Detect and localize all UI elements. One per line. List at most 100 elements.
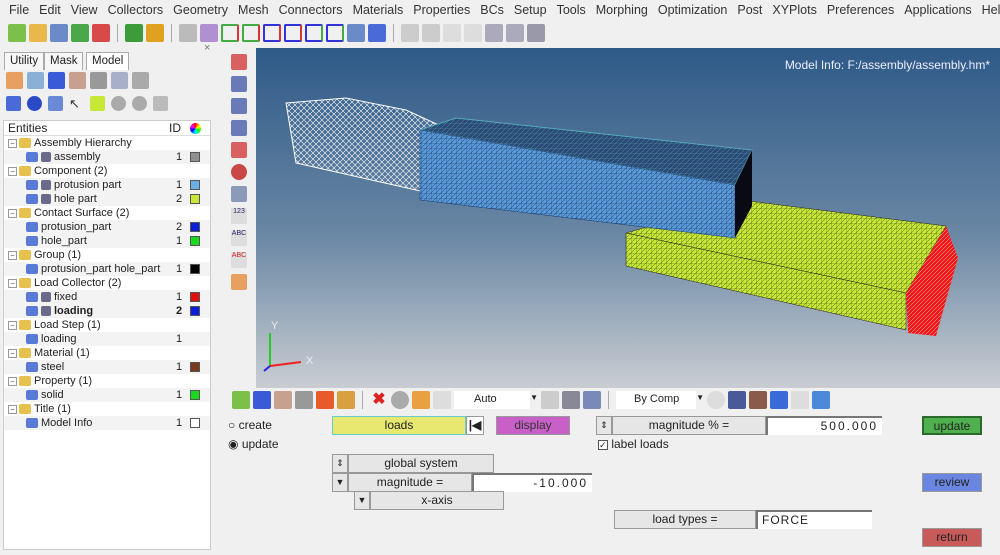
- update-button[interactable]: update: [922, 416, 982, 435]
- find-icon[interactable]: [412, 391, 430, 409]
- open-model-icon[interactable]: [29, 24, 47, 42]
- global-system-button[interactable]: global system: [348, 454, 494, 473]
- isolate-icon[interactable]: [90, 96, 105, 111]
- return-button[interactable]: return: [922, 528, 982, 547]
- tree-row[interactable]: fixed 1: [4, 290, 210, 304]
- collapse-icon[interactable]: −: [8, 320, 17, 330]
- menu-morphing[interactable]: Morphing: [591, 3, 653, 17]
- create-radio[interactable]: ○ create: [228, 418, 272, 432]
- material-browser-icon[interactable]: [274, 391, 292, 409]
- collapse-icon[interactable]: −: [8, 348, 17, 358]
- show-hide-eye-icon[interactable]: [111, 96, 126, 111]
- menu-collectors[interactable]: Collectors: [103, 3, 169, 17]
- x-axis-button[interactable]: x-axis: [370, 491, 504, 510]
- view-xz-bottom-icon[interactable]: [284, 24, 302, 42]
- shape-icon[interactable]: [27, 96, 42, 111]
- entity-color-select[interactable]: Auto ▼: [454, 391, 538, 409]
- load-types-input[interactable]: FORCE: [756, 510, 872, 529]
- components-icon[interactable]: [6, 72, 23, 89]
- review-button[interactable]: review: [922, 473, 982, 492]
- collapse-icon[interactable]: −: [8, 376, 17, 386]
- color-swatch[interactable]: [190, 180, 200, 190]
- user-icon[interactable]: [125, 24, 143, 42]
- color-swatch[interactable]: [190, 362, 200, 372]
- component-tool-icon[interactable]: [48, 72, 65, 89]
- color-swatch[interactable]: [190, 194, 200, 204]
- label-loads-checkbox[interactable]: ✓ label loads: [598, 437, 669, 451]
- numbers-icon[interactable]: 123: [231, 208, 247, 224]
- tree-row[interactable]: − Component (2): [4, 164, 210, 178]
- menu-geometry[interactable]: Geometry: [168, 3, 233, 17]
- view-xz-top-icon[interactable]: [263, 24, 281, 42]
- transparency-icon[interactable]: [231, 164, 247, 180]
- menu-properties[interactable]: Properties: [408, 3, 475, 17]
- menu-setup[interactable]: Setup: [509, 3, 552, 17]
- normals-icon[interactable]: [231, 186, 247, 202]
- tree-row[interactable]: protusion part 1: [4, 178, 210, 192]
- tree-row[interactable]: − Title (1): [4, 402, 210, 416]
- color-swatch[interactable]: [190, 418, 200, 428]
- save-model-icon[interactable]: [50, 24, 68, 42]
- shaded-icon[interactable]: [231, 98, 247, 114]
- collapse-icon[interactable]: −: [8, 166, 17, 176]
- tree-row[interactable]: Model Info 1: [4, 416, 210, 430]
- view-xy-bottom-icon[interactable]: [242, 24, 260, 42]
- collapse-icon[interactable]: −: [8, 404, 17, 414]
- rotate-icon[interactable]: [527, 24, 545, 42]
- shaded-mode-icon[interactable]: [541, 391, 559, 409]
- monitor-icon[interactable]: [812, 391, 830, 409]
- show-icon[interactable]: [6, 96, 21, 111]
- element-icon[interactable]: [48, 96, 63, 111]
- solid-mode-icon[interactable]: [583, 391, 601, 409]
- mesh-wire-icon[interactable]: [707, 391, 725, 409]
- menu-connectors[interactable]: Connectors: [274, 3, 348, 17]
- loads-selector[interactable]: loads: [332, 416, 466, 435]
- mask-icon[interactable]: [391, 391, 409, 409]
- tree-row[interactable]: solid 1: [4, 388, 210, 402]
- tree-row[interactable]: loading 2: [4, 304, 210, 318]
- tree-row[interactable]: − Property (1): [4, 374, 210, 388]
- import-icon[interactable]: [71, 24, 89, 42]
- menu-xyplots[interactable]: XYPlots: [767, 3, 821, 17]
- assembly-tool-icon[interactable]: [27, 72, 44, 89]
- tree-row[interactable]: − Group (1): [4, 248, 210, 262]
- geometry-mode-icon[interactable]: [562, 391, 580, 409]
- new-model-icon[interactable]: [8, 24, 26, 42]
- magnitude-pct-toggle[interactable]: ⇕: [596, 416, 612, 435]
- material-tool-icon[interactable]: [69, 72, 86, 89]
- menu-file[interactable]: File: [4, 3, 34, 17]
- collapse-icon[interactable]: −: [8, 250, 17, 260]
- pan-hand-icon[interactable]: [464, 24, 482, 42]
- tree-row[interactable]: − Material (1): [4, 346, 210, 360]
- tree-row[interactable]: hole_part 1: [4, 234, 210, 248]
- user-view-icon[interactable]: [368, 24, 386, 42]
- zoom-out-icon[interactable]: [401, 24, 419, 42]
- show-only-eye-icon[interactable]: [132, 96, 147, 111]
- label-abc-icon[interactable]: ABC: [231, 230, 247, 246]
- isometric-view-icon[interactable]: [347, 24, 365, 42]
- delete-icon[interactable]: ✖: [370, 391, 388, 409]
- collapse-icon[interactable]: −: [8, 278, 17, 288]
- menu-post[interactable]: Post: [732, 3, 767, 17]
- collapse-icon[interactable]: −: [8, 138, 17, 148]
- tree-row[interactable]: assembly 1: [4, 150, 210, 164]
- property-browser-icon[interactable]: [295, 391, 313, 409]
- display-mode-icon[interactable]: [231, 54, 247, 70]
- menu-materials[interactable]: Materials: [348, 3, 409, 17]
- reverse-icon[interactable]: [153, 96, 168, 111]
- menu-mesh[interactable]: Mesh: [233, 3, 274, 17]
- tree-row[interactable]: protusion_part hole_part 1: [4, 262, 210, 276]
- tree-row[interactable]: hole part 2: [4, 192, 210, 206]
- graphics-viewport[interactable]: Model Info: F:/assembly/assembly.hm* Y X: [256, 48, 1000, 388]
- system-icon[interactable]: [337, 391, 355, 409]
- tree-row[interactable]: steel 1: [4, 360, 210, 374]
- menu-edit[interactable]: Edit: [34, 3, 66, 17]
- results-icon[interactable]: [146, 24, 164, 42]
- color-swatch[interactable]: [190, 222, 200, 232]
- system-toggle[interactable]: ⇕: [332, 454, 348, 473]
- menu-preferences[interactable]: Preferences: [822, 3, 899, 17]
- zoom-in-icon[interactable]: [422, 24, 440, 42]
- menu-view[interactable]: View: [66, 3, 103, 17]
- tab-mask[interactable]: Mask: [44, 52, 84, 70]
- select-cursor-icon[interactable]: ↖: [69, 96, 84, 111]
